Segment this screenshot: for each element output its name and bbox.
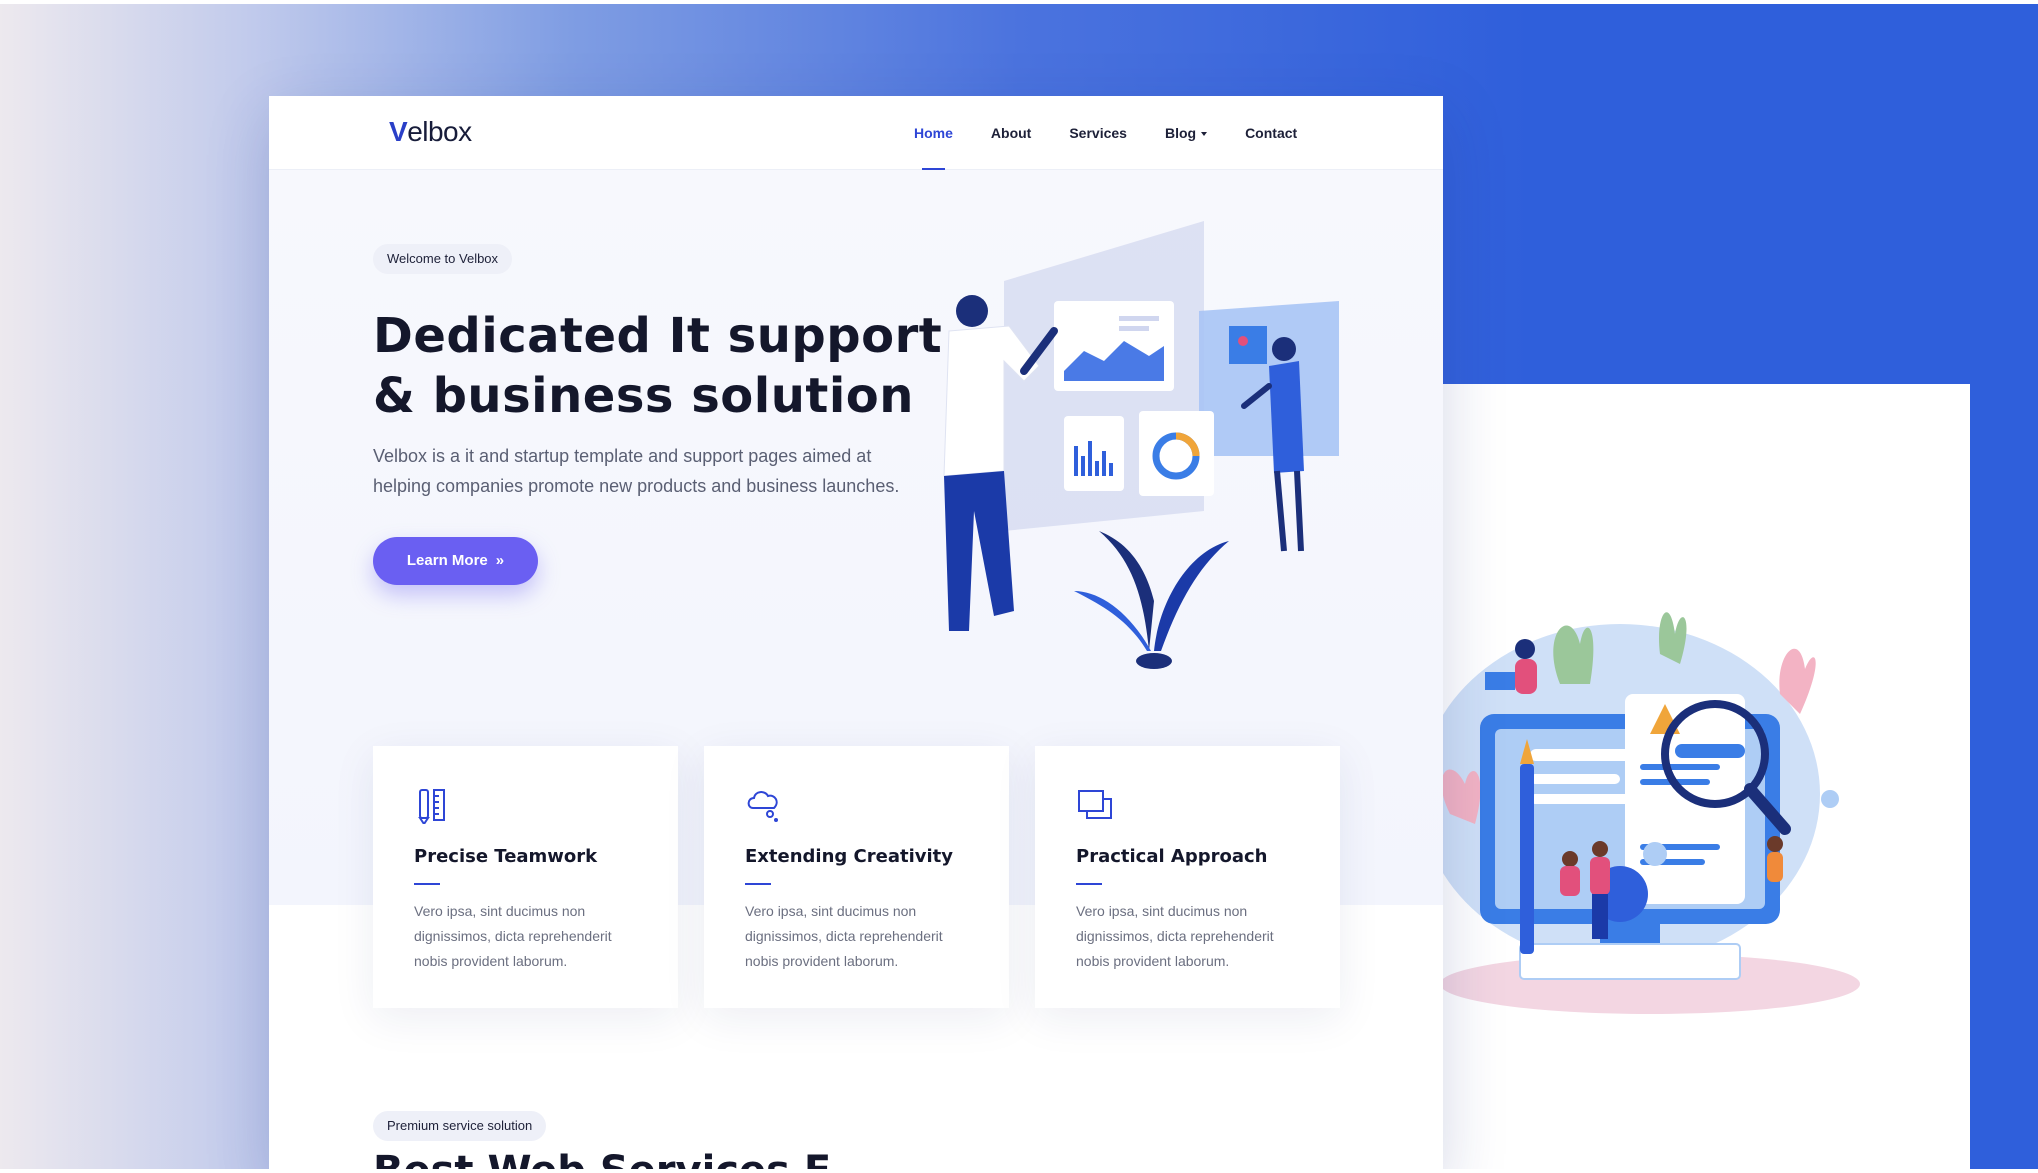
feature-underline	[745, 883, 771, 885]
secondary-page-preview	[1420, 384, 1970, 1173]
hero-title: Dedicated It support & business solution	[373, 306, 993, 426]
bottom-edge	[0, 1169, 2038, 1173]
nav-about[interactable]: About	[991, 96, 1031, 170]
layers-icon	[1078, 790, 1112, 819]
top-edge	[0, 0, 2038, 4]
learn-more-label: Learn More	[406, 552, 488, 569]
feature-title: Precise Teamwork	[414, 846, 598, 867]
feature-underline	[1076, 883, 1102, 885]
nav-blog[interactable]: Blog	[1164, 96, 1208, 170]
feature-text: Vero ipsa, sint ducimus non dignissimos,…	[745, 903, 943, 969]
learn-more-button[interactable]: Learn More »	[373, 537, 538, 585]
computer-search-illustration	[1420, 612, 1860, 1014]
feature-card-approach[interactable]: Practical Approach Vero ipsa, sint ducim…	[1035, 746, 1340, 1008]
hero-title-line-1: Dedicated It support	[373, 308, 943, 364]
feature-underline	[414, 883, 440, 885]
hero-badge: Welcome to Velbox	[373, 244, 513, 274]
dashboard-team-illustration	[943, 221, 1339, 669]
nav-contact[interactable]: Contact	[1245, 96, 1297, 170]
cloud-idea-icon	[747, 791, 778, 822]
feature-text: Vero ipsa, sint ducimus non dignissimos,…	[1076, 903, 1274, 969]
caret-down-icon	[1201, 132, 1208, 137]
feature-title: Extending Creativity	[745, 846, 954, 867]
main-nav: Home About Services Blog Contact	[914, 96, 1335, 170]
hero-title-line-2: & business solution	[373, 368, 914, 424]
nav-home[interactable]: Home	[914, 96, 953, 170]
logo-text: elbox	[407, 116, 472, 147]
feature-card-creativity[interactable]: Extending Creativity Vero ipsa, sint duc…	[704, 746, 1009, 1008]
double-chevron-right-icon: »	[495, 552, 505, 569]
hero-description: Velbox is a it and startup template and …	[373, 446, 900, 496]
nav-services[interactable]: Services	[1069, 96, 1127, 170]
website-preview: Velbox Home About Services Blog Contact …	[269, 96, 1443, 1173]
feature-title: Practical Approach	[1076, 846, 1268, 867]
nav-blog-label: Blog	[1164, 125, 1197, 141]
site-header: Velbox Home About Services Blog Contact	[269, 96, 1443, 170]
logo-mark: V	[389, 116, 408, 147]
feature-card-teamwork[interactable]: Precise Teamwork Vero ipsa, sint ducimus…	[373, 746, 678, 1008]
ruler-pencil-icon	[418, 789, 445, 824]
logo[interactable]: Velbox	[389, 116, 472, 148]
feature-text: Vero ipsa, sint ducimus non dignissimos,…	[414, 903, 612, 969]
section-badge: Premium service solution	[373, 1111, 547, 1141]
